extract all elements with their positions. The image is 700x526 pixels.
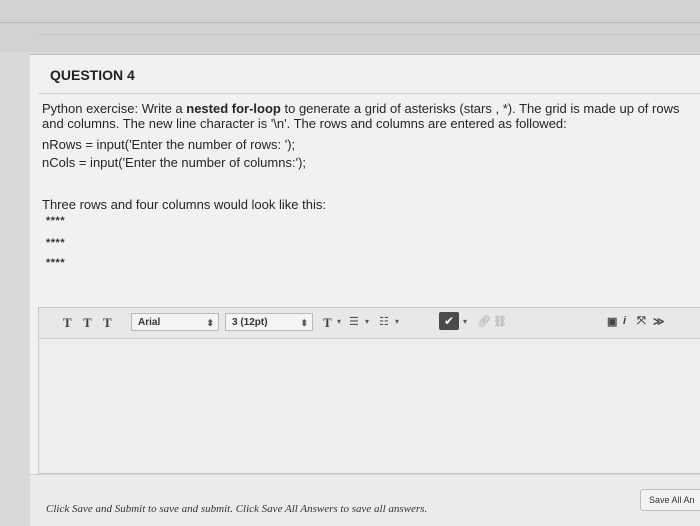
chevron-down-icon[interactable]: ▾ — [365, 317, 369, 326]
star-row: **** — [46, 257, 66, 269]
heading-style-button[interactable]: T — [63, 315, 72, 331]
spellcheck-icon[interactable]: ✔ — [439, 312, 459, 330]
save-all-answers-button[interactable]: Save All An — [640, 489, 700, 511]
preview-icon[interactable]: ▣ — [607, 315, 617, 328]
text-color-button[interactable]: T — [323, 315, 332, 331]
info-icon[interactable]: i — [623, 315, 626, 327]
paragraph-style-button[interactable]: T — [103, 315, 112, 331]
star-row: **** — [46, 237, 66, 249]
numbered-list-icon[interactable]: ☷ — [379, 315, 389, 328]
question-text: Python exercise: Write a nested for-loop… — [42, 101, 692, 131]
font-family-value: Arial — [138, 317, 161, 328]
question-intro-1: Python exercise: Write a — [42, 101, 187, 116]
chevron-down-icon[interactable]: ▾ — [463, 317, 467, 326]
font-family-select[interactable]: Arial ⬍ — [131, 313, 219, 331]
editor-toolbar: T T T Arial ⬍ 3 (12pt) ⬍ T ▾ ☰ ▾ ☷ ▾ ✔ ▾… — [39, 308, 700, 339]
font-size-select[interactable]: 3 (12pt) ⬍ — [225, 313, 313, 331]
code-line-nrows: nRows = input('Enter the number of rows:… — [42, 137, 296, 152]
select-arrows-icon: ⬍ — [300, 318, 308, 328]
bullet-list-icon[interactable]: ☰ — [349, 315, 359, 328]
divider-line — [38, 34, 700, 35]
save-instruction: Click Save and Submit to save and submit… — [46, 503, 428, 515]
question-card: QUESTION 4 Python exercise: Write a nest… — [30, 54, 700, 475]
divider-line — [0, 22, 700, 23]
collapse-toolbar-icon[interactable]: ≫ — [653, 315, 665, 328]
question-intro-bold: nested for-loop — [186, 101, 281, 116]
star-row: **** — [46, 215, 66, 227]
select-arrows-icon: ⬍ — [206, 318, 214, 328]
answer-editor: T T T Arial ⬍ 3 (12pt) ⬍ T ▾ ☰ ▾ ☷ ▾ ✔ ▾… — [38, 307, 700, 474]
submission-footer: Click Save and Submit to save and submit… — [30, 474, 700, 526]
browser-top-area — [0, 0, 700, 52]
title-divider — [38, 93, 700, 94]
answer-text-area[interactable] — [39, 339, 700, 473]
unlink-icon[interactable]: ⛓︎ — [493, 315, 507, 328]
link-icon[interactable]: 🔗︎ — [477, 315, 491, 328]
font-size-value: 3 (12pt) — [232, 317, 268, 328]
question-title: QUESTION 4 — [50, 67, 135, 83]
code-line-ncols: nCols = input('Enter the number of colum… — [42, 155, 307, 170]
fullscreen-icon[interactable]: ⤧ — [637, 315, 646, 328]
example-text: Three rows and four columns would look l… — [42, 197, 326, 212]
chevron-down-icon[interactable]: ▾ — [337, 317, 341, 326]
subheading-style-button[interactable]: T — [83, 315, 92, 331]
chevron-down-icon[interactable]: ▾ — [395, 317, 399, 326]
